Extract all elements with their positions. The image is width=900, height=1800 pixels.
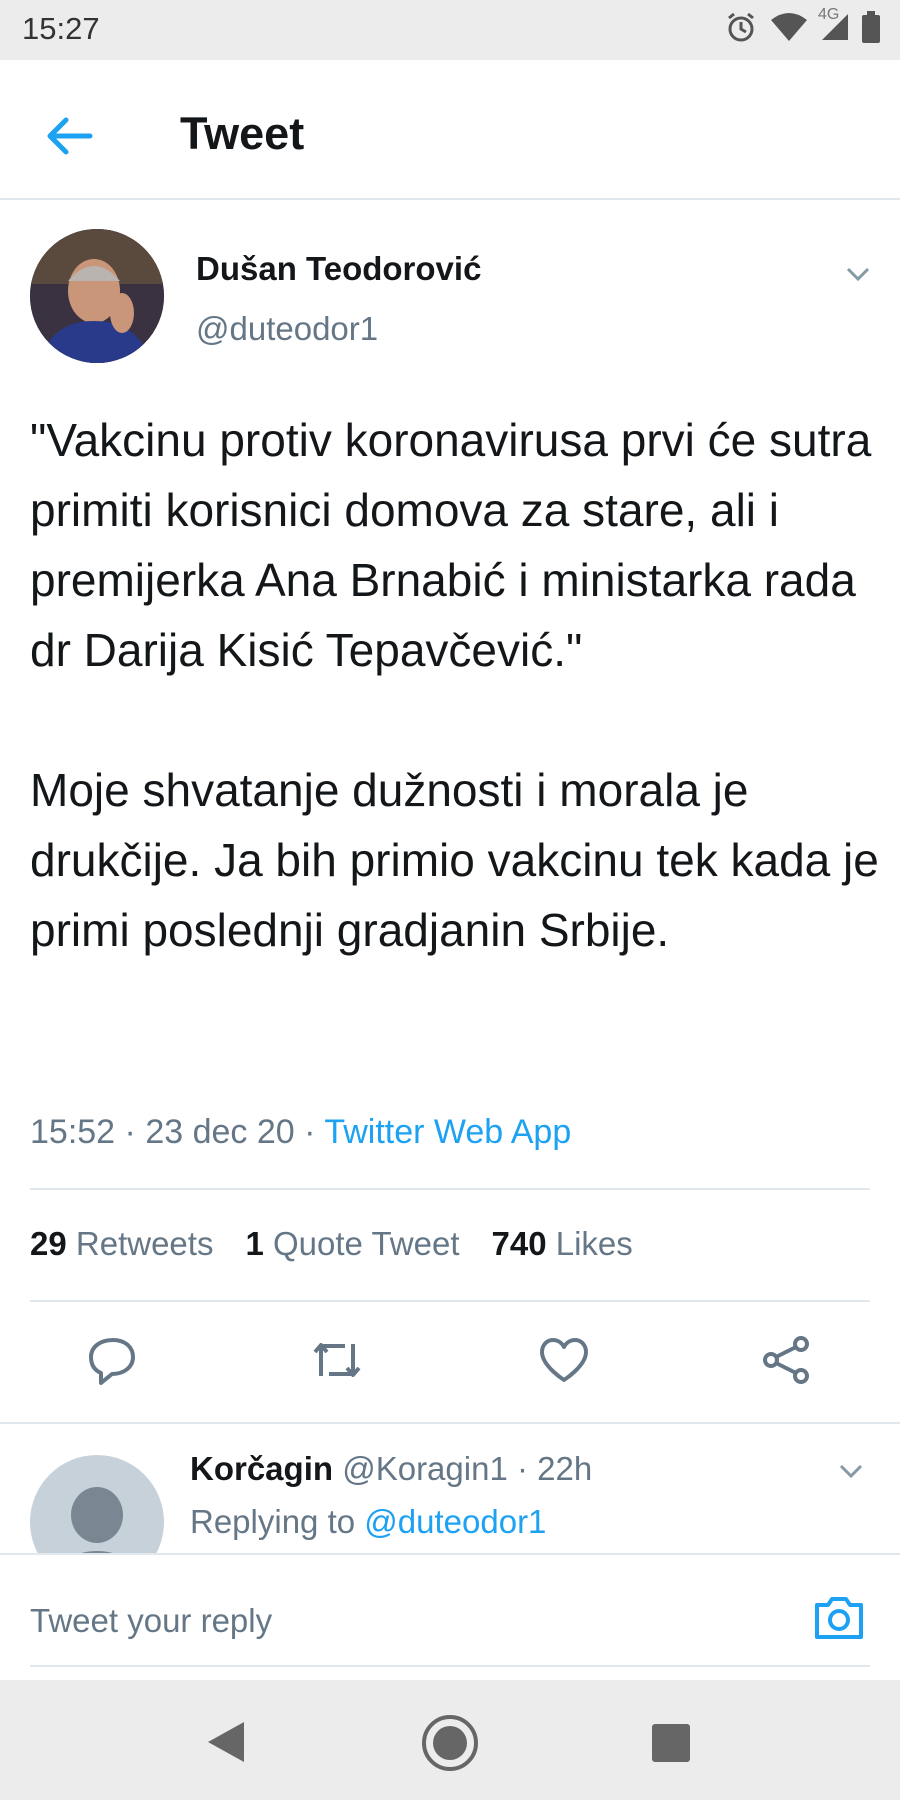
- camera-button[interactable]: [811, 1589, 867, 1645]
- tweet-meta: 15:52 · 23 dec 20 · Twitter Web App: [30, 1113, 571, 1152]
- author-handle[interactable]: @duteodor1: [196, 310, 378, 348]
- square-recents-icon: [652, 1724, 690, 1766]
- retweet-button[interactable]: [307, 1330, 367, 1390]
- reply-time: 22h: [537, 1450, 593, 1487]
- reply-header: Korčagin @Koragin1 · 22h: [190, 1450, 592, 1488]
- likes-stat[interactable]: 740 Likes: [492, 1225, 633, 1263]
- like-button[interactable]: [534, 1330, 594, 1390]
- status-bar: 15:27 4G: [0, 0, 900, 60]
- quotes-count: 1: [245, 1225, 264, 1262]
- wifi-icon: [770, 12, 808, 42]
- triangle-back-icon: [206, 1722, 246, 1768]
- chevron-down-icon: [833, 1464, 869, 1492]
- tweet-date: 23 dec 20: [145, 1113, 295, 1151]
- retweets-count: 29: [30, 1225, 67, 1262]
- replying-to-label: Replying to: [190, 1503, 356, 1540]
- likes-label: Likes: [555, 1225, 633, 1262]
- battery-icon: [862, 11, 880, 43]
- tweet-menu-button[interactable]: [840, 255, 876, 291]
- likes-count: 740: [491, 1225, 547, 1262]
- home-circle-icon: [421, 1715, 479, 1776]
- back-button[interactable]: [42, 108, 98, 164]
- tweet-text: "Vakcinu protiv koronavirusa prvi će sut…: [30, 414, 879, 956]
- alarm-icon: [724, 10, 758, 44]
- reply-author-handle[interactable]: @Koragin1: [342, 1450, 508, 1487]
- share-button[interactable]: [757, 1330, 817, 1390]
- share-icon: [757, 1330, 817, 1390]
- like-icon: [534, 1330, 594, 1390]
- meta-separator: ·: [124, 1113, 136, 1151]
- replying-to-handle[interactable]: @duteodor1: [364, 1503, 546, 1540]
- reply-input[interactable]: Tweet your reply: [30, 1602, 272, 1640]
- app-header: Tweet: [0, 60, 900, 200]
- retweet-icon: [307, 1330, 367, 1390]
- reply-icon: [83, 1330, 143, 1390]
- status-time: 15:27: [22, 11, 100, 46]
- retweets-label: Retweets: [75, 1225, 214, 1262]
- tweet-source-link[interactable]: Twitter Web App: [324, 1113, 571, 1151]
- signal-icon: 4G: [818, 6, 850, 42]
- author-name[interactable]: Dušan Teodorović: [196, 250, 481, 288]
- page-title: Tweet: [180, 108, 305, 159]
- system-back-button[interactable]: [206, 1720, 246, 1764]
- system-recents-button[interactable]: [652, 1724, 690, 1762]
- reply-menu-button[interactable]: [833, 1452, 869, 1488]
- composer-underline: [30, 1665, 870, 1667]
- avatar[interactable]: [30, 229, 164, 363]
- tweet-time: 15:52: [30, 1113, 116, 1151]
- system-home-button[interactable]: [421, 1714, 479, 1772]
- section-divider: [0, 1422, 900, 1424]
- arrow-left-icon: [42, 117, 98, 168]
- divider: [30, 1300, 870, 1302]
- reply-avatar[interactable]: [30, 1455, 164, 1553]
- reply-button[interactable]: [83, 1330, 143, 1390]
- divider: [30, 1188, 870, 1190]
- meta-separator: ·: [304, 1113, 316, 1151]
- quotes-label: Quote Tweet: [272, 1225, 460, 1262]
- retweets-stat[interactable]: 29 Retweets: [30, 1225, 213, 1263]
- quotes-stat[interactable]: 1 Quote Tweet: [245, 1225, 459, 1263]
- tweet-stats: 29 Retweets 1 Quote Tweet 740 Likes: [30, 1225, 665, 1263]
- camera-icon: [811, 1597, 867, 1649]
- reply-author-name[interactable]: Korčagin: [190, 1450, 333, 1487]
- chevron-down-icon: [840, 267, 876, 295]
- replying-to: Replying to @duteodor1: [190, 1503, 546, 1541]
- network-label: 4G: [818, 6, 840, 23]
- status-icons: 4G: [724, 6, 880, 44]
- reply-separator: ·: [516, 1450, 528, 1487]
